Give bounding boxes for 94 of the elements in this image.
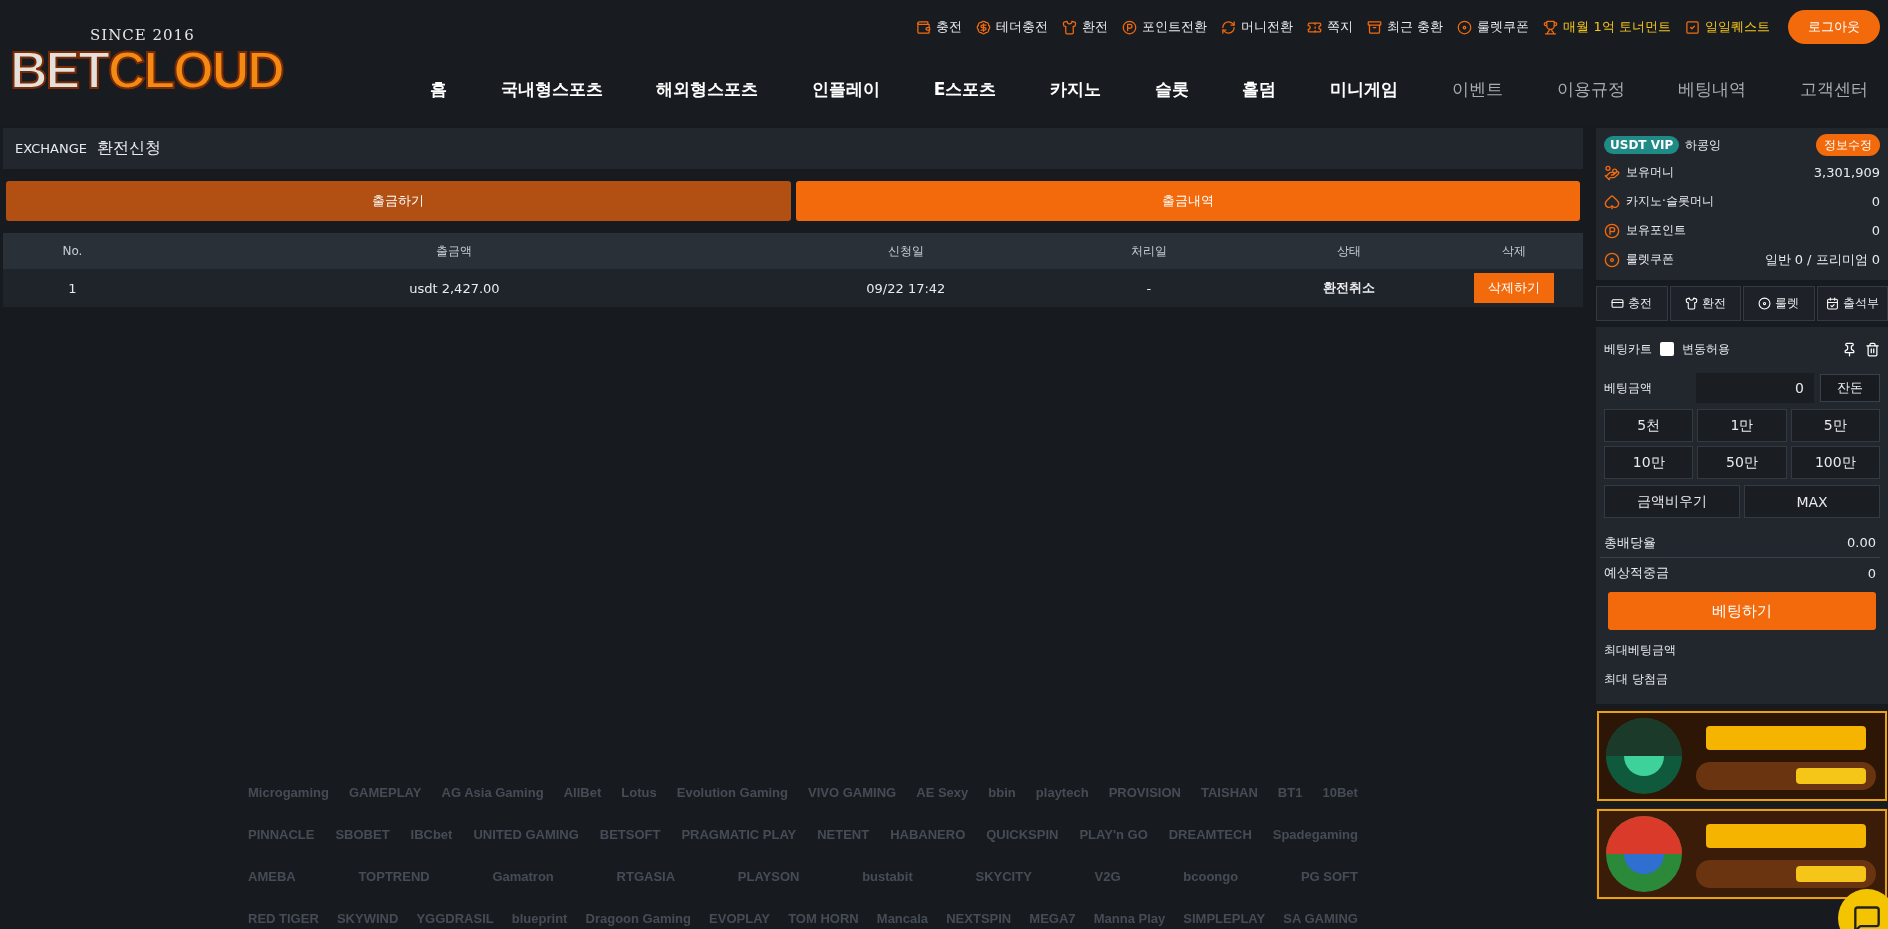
nav-item[interactable]: 슬롯 [1154, 77, 1189, 101]
calendar-icon [1825, 297, 1839, 310]
odds-label: 총배당율 [1604, 533, 1656, 552]
column-header: 출금액 [141, 233, 767, 269]
column-header: 상태 [1253, 233, 1445, 269]
table-cell: 09/22 17:42 [766, 269, 1045, 307]
column-header: 삭제 [1444, 233, 1583, 269]
tab[interactable]: 출금하기 [6, 181, 791, 221]
top-link[interactable]: 쪽지 [1307, 18, 1354, 36]
disc-icon [1457, 19, 1473, 35]
pin-icon[interactable] [1842, 341, 1857, 357]
expected-label: 예상적중금 [1604, 564, 1669, 582]
p-coin-icon [1122, 19, 1138, 35]
max-button[interactable]: MAX [1744, 485, 1880, 518]
top-link[interactable]: 일일퀘스트 [1685, 18, 1770, 36]
cart-title: 베팅카트 [1604, 340, 1652, 358]
user-name: 하콩잉 [1685, 136, 1722, 154]
amount-field[interactable]: 0 [1696, 373, 1814, 403]
p-coin-icon [1604, 222, 1620, 239]
logo-tagline: SINCE 2016 [90, 26, 196, 44]
top-link[interactable]: 테더충전 [976, 18, 1049, 36]
shirt-icon [1062, 19, 1078, 35]
column-header: No. [3, 233, 142, 269]
disc-icon [1604, 251, 1620, 268]
page-title: 환전신청 [96, 138, 161, 159]
nav-item[interactable]: 인플레이 [812, 77, 881, 101]
disc-icon [1758, 297, 1772, 310]
top-link[interactable]: 룰렛쿠폰 [1457, 18, 1530, 36]
amount-chip[interactable]: 10만 [1604, 446, 1694, 479]
column-header: 처리일 [1044, 233, 1254, 269]
balance-label: 보유포인트 [1626, 222, 1686, 239]
status-cell: 환전취소 [1253, 269, 1445, 307]
balance-value: 3,301,909 [1813, 165, 1880, 180]
amount-chip[interactable]: 5천 [1604, 409, 1694, 442]
checkbox-icon [1685, 19, 1700, 35]
top-link[interactable]: 머니전환 [1221, 18, 1294, 36]
nav-item[interactable]: 이벤트 [1451, 77, 1503, 101]
spade-icon [1604, 193, 1620, 210]
amount-chip[interactable]: 1만 [1697, 409, 1787, 442]
nav-item[interactable]: 이용규정 [1556, 77, 1625, 101]
nav-item[interactable]: 해외형스포츠 [656, 77, 759, 101]
table-cell: usdt 2,427.00 [141, 269, 767, 307]
odds-value: 0.00 [1847, 535, 1876, 550]
refresh-icon [1221, 19, 1237, 35]
trophy-icon [1543, 19, 1559, 35]
amount-chip[interactable]: 100만 [1790, 446, 1880, 479]
nav-item[interactable]: 홀덤 [1242, 77, 1277, 101]
balance-label: 룰렛쿠폰 [1626, 251, 1674, 268]
ticket-icon [1307, 19, 1323, 35]
top-link[interactable]: 매월 1억 토너먼트 [1543, 18, 1671, 36]
top-link[interactable]: 충전 [916, 18, 963, 36]
amount-label: 베팅금액 [1604, 379, 1652, 397]
nav-item[interactable]: 카지노 [1050, 77, 1102, 101]
balance-label: 보유머니 [1626, 164, 1674, 181]
vip-badge: USDT VIP [1604, 136, 1680, 154]
checkbox[interactable] [1660, 342, 1674, 356]
archive-icon [1367, 19, 1383, 35]
limit-label: 최대 당첨금 [1603, 671, 1669, 688]
card-icon [1611, 297, 1625, 310]
top-link[interactable]: 환전 [1062, 18, 1109, 36]
chat-icon [1853, 904, 1881, 929]
nav-item[interactable]: 베팅내역 [1678, 77, 1747, 101]
section-label: EXCHANGE [15, 141, 87, 156]
balance-value: 일반 0 / 프리미엄 0 [1764, 250, 1880, 269]
quick-tab[interactable]: 환전 [1669, 286, 1741, 321]
nav-item[interactable]: 미니게임 [1330, 77, 1399, 101]
dollar-badge-icon [976, 19, 992, 35]
trash-icon[interactable] [1865, 341, 1880, 357]
nav-item[interactable]: 국내형스포츠 [500, 77, 603, 101]
table-cell: - [1044, 269, 1254, 307]
shirt-icon [1684, 297, 1698, 310]
clear-button[interactable]: 금액비우기 [1604, 485, 1740, 518]
quick-tab[interactable]: 룰렛 [1743, 286, 1815, 321]
nav-item[interactable]: 홈 [430, 77, 447, 101]
quick-tab[interactable]: 충전 [1596, 286, 1668, 321]
top-link[interactable]: 최근 충환 [1367, 18, 1444, 36]
checkbox-label: 변동허용 [1682, 340, 1730, 358]
site-logo[interactable]: BETCLOUD [10, 44, 420, 96]
amount-chip[interactable]: 50만 [1697, 446, 1787, 479]
table-cell: 1 [3, 269, 142, 307]
amount-chip[interactable]: 5만 [1790, 409, 1880, 442]
coins-icon [1604, 164, 1620, 181]
quick-tab[interactable]: 출석부 [1816, 286, 1888, 321]
limit-label: 최대베팅금액 [1603, 642, 1677, 659]
balance-label: 카지노·슬롯머니 [1626, 193, 1714, 210]
top-link[interactable]: 포인트전환 [1122, 18, 1208, 36]
column-header: 신청일 [766, 233, 1045, 269]
balance-value: 0 [1871, 223, 1880, 238]
nav-item[interactable]: E스포츠 [933, 77, 997, 101]
expected-value: 0 [1867, 565, 1876, 581]
change-button[interactable]: 잔돈 [1820, 374, 1880, 402]
balance-value: 0 [1871, 194, 1880, 209]
nav-item[interactable]: 고객센터 [1799, 77, 1868, 101]
wallet-icon [916, 19, 932, 35]
